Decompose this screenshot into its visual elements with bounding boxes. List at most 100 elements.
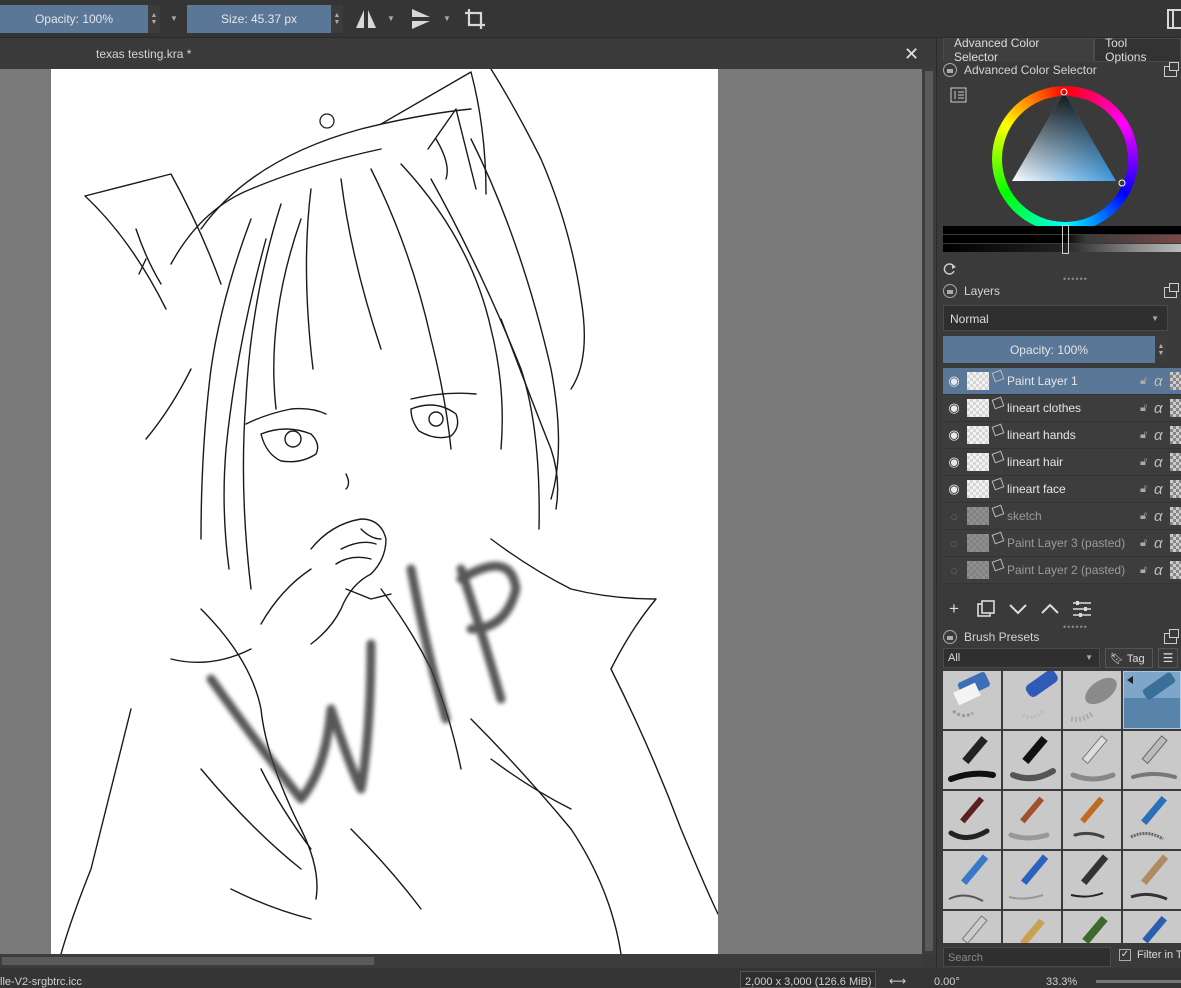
eye-hidden-icon[interactable]: ○ <box>943 563 965 578</box>
refresh-icon[interactable] <box>943 262 957 276</box>
duplicate-layer-icon[interactable] <box>975 598 997 620</box>
brush-preset-ink-pen-3[interactable] <box>1063 731 1121 789</box>
vertical-scrollbar[interactable] <box>922 69 936 954</box>
tab-tool-options[interactable]: Tool Options <box>1094 36 1181 64</box>
zoom-slider[interactable] <box>1096 980 1181 983</box>
presets-menu-icon[interactable]: ☰ <box>1158 648 1178 668</box>
brush-preset-pen-8[interactable] <box>1123 911 1181 943</box>
brush-preset-pen-5[interactable] <box>943 911 1001 943</box>
brush-preset-ink-pen-2[interactable] <box>1003 731 1061 789</box>
inherit-alpha-icon[interactable] <box>1170 480 1181 498</box>
brush-preset-eraser-soft[interactable] <box>1003 671 1061 729</box>
tag-filter-select[interactable]: All ▼ <box>943 648 1100 668</box>
mirror-vertical-icon[interactable] <box>408 6 434 32</box>
close-document-icon[interactable]: ✕ <box>904 44 919 65</box>
alpha-lock-icon[interactable]: α <box>1154 427 1170 444</box>
unlock-icon[interactable]: 🔓︎ <box>1140 510 1154 523</box>
toolbar-panel-icon[interactable] <box>1163 6 1181 32</box>
eye-icon[interactable]: ◉ <box>943 481 965 497</box>
brush-preset-pen-7[interactable] <box>1063 911 1121 943</box>
alpha-lock-icon[interactable]: α <box>1154 562 1170 579</box>
color-wheel[interactable] <box>992 86 1138 232</box>
alpha-lock-icon[interactable]: α <box>1154 373 1170 390</box>
brush-preset-selected[interactable] <box>1123 671 1181 729</box>
eye-icon[interactable]: ◉ <box>943 454 965 470</box>
unlock-icon[interactable]: 🔓︎ <box>1140 564 1154 577</box>
alpha-lock-icon[interactable]: α <box>1154 535 1170 552</box>
layer-row[interactable]: ◉ lineart face 🔓︎ α <box>943 476 1181 503</box>
brush-opacity-stepper[interactable]: ▲ ▼ <box>148 5 160 33</box>
layer-opacity-stepper[interactable]: ▲ ▼ <box>1155 336 1167 363</box>
brush-preset-brush-3[interactable] <box>1063 791 1121 849</box>
brush-preset-ink-pen-1[interactable] <box>943 731 1001 789</box>
inherit-alpha-icon[interactable] <box>1170 534 1181 552</box>
unlock-icon[interactable]: 🔓︎ <box>1140 402 1154 415</box>
inherit-alpha-icon[interactable] <box>1170 426 1181 444</box>
brush-size-spinbox[interactable]: Size: 45.37 px ▲ ▼ <box>187 5 343 33</box>
layer-row[interactable]: ○ sketch 🔓︎ α <box>943 503 1181 530</box>
inherit-alpha-icon[interactable] <box>1170 507 1181 525</box>
panel-lock-icon[interactable] <box>943 63 957 77</box>
brush-preset-ink-pen-4[interactable] <box>1123 731 1181 789</box>
document-tab[interactable]: texas testing.kra * <box>96 47 191 61</box>
eye-icon[interactable]: ◉ <box>943 373 965 389</box>
inherit-alpha-icon[interactable] <box>1170 399 1181 417</box>
panel-lock-icon[interactable] <box>943 630 957 644</box>
eye-hidden-icon[interactable]: ○ <box>943 509 965 524</box>
brush-size-stepper[interactable]: ▲ ▼ <box>331 5 343 33</box>
mirror-horizontal-dropdown-icon[interactable]: ▼ <box>387 14 395 23</box>
brush-preset-brush-1[interactable] <box>943 791 1001 849</box>
eye-icon[interactable]: ◉ <box>943 427 965 443</box>
blend-mode-select[interactable]: Normal ▼ <box>943 305 1168 331</box>
inherit-alpha-icon[interactable] <box>1170 561 1181 579</box>
panel-resize-grip[interactable]: •••••• <box>1063 274 1088 284</box>
mirror-vertical-dropdown-icon[interactable]: ▼ <box>443 14 451 23</box>
layer-properties-icon[interactable] <box>1071 598 1093 620</box>
float-panel-icon[interactable] <box>1164 629 1179 644</box>
unlock-icon[interactable]: 🔓︎ <box>1140 429 1154 442</box>
layer-row[interactable]: ◉ lineart hair 🔓︎ α <box>943 449 1181 476</box>
opacity-dropdown-icon[interactable]: ▼ <box>170 14 178 23</box>
inherit-alpha-icon[interactable] <box>1170 453 1181 471</box>
rotation-reset-icon[interactable]: ⟷ <box>889 974 906 988</box>
panel-resize-grip[interactable]: •••••• <box>1063 622 1088 632</box>
tab-advanced-color-selector[interactable]: Advanced Color Selector <box>943 36 1095 64</box>
alpha-lock-icon[interactable]: α <box>1154 508 1170 525</box>
tag-button[interactable]: 🔖︎ Tag <box>1105 648 1153 668</box>
move-layer-up-icon[interactable] <box>1039 598 1061 620</box>
brush-opacity-spinbox[interactable]: Opacity: 100% ▲ ▼ <box>0 5 160 33</box>
brush-preset-pencil-1[interactable] <box>943 851 1001 909</box>
color-selector-settings-icon[interactable] <box>950 87 967 103</box>
layer-opacity-spinbox[interactable]: Opacity: 100% ▲ ▼ <box>943 336 1167 363</box>
brush-preset-pen-6[interactable] <box>1003 911 1061 943</box>
layer-row[interactable]: ◉ lineart clothes 🔓︎ α <box>943 395 1181 422</box>
color-triangle[interactable] <box>992 86 1138 232</box>
brush-preset-pencil-3[interactable] <box>1063 851 1121 909</box>
layer-row[interactable]: ◉ lineart hands 🔓︎ α <box>943 422 1181 449</box>
add-layer-icon[interactable]: + <box>943 598 965 620</box>
brush-preset-eraser-block[interactable] <box>1063 671 1121 729</box>
alpha-lock-icon[interactable]: α <box>1154 481 1170 498</box>
filter-in-tag-checkbox[interactable]: ✓ Filter in T <box>1119 949 1181 961</box>
brush-preset-brush-4[interactable] <box>1123 791 1181 849</box>
move-layer-down-icon[interactable] <box>1007 598 1029 620</box>
alpha-lock-icon[interactable]: α <box>1154 400 1170 417</box>
inherit-alpha-icon[interactable] <box>1170 372 1181 390</box>
crop-icon[interactable] <box>462 6 488 32</box>
eye-icon[interactable]: ◉ <box>943 400 965 416</box>
layer-row[interactable]: ○ Paint Layer 2 (pasted) 🔓︎ α <box>943 557 1181 584</box>
layer-row[interactable]: ◉ Paint Layer 1 🔓︎ α <box>943 368 1181 395</box>
alpha-lock-icon[interactable]: α <box>1154 454 1170 471</box>
brush-preset-pencil-4[interactable] <box>1123 851 1181 909</box>
float-panel-icon[interactable] <box>1164 62 1179 77</box>
float-panel-icon[interactable] <box>1164 283 1179 298</box>
brush-preset-eraser-small[interactable] <box>943 671 1001 729</box>
shade-marker[interactable] <box>1062 225 1069 254</box>
eye-hidden-icon[interactable]: ○ <box>943 536 965 551</box>
layer-row[interactable]: ○ Paint Layer 3 (pasted) 🔓︎ α <box>943 530 1181 557</box>
brush-preset-brush-2[interactable] <box>1003 791 1061 849</box>
artboard[interactable] <box>51 69 718 954</box>
unlock-icon[interactable]: 🔓︎ <box>1140 375 1154 388</box>
unlock-icon[interactable]: 🔓︎ <box>1140 537 1154 550</box>
unlock-icon[interactable]: 🔓︎ <box>1140 456 1154 469</box>
